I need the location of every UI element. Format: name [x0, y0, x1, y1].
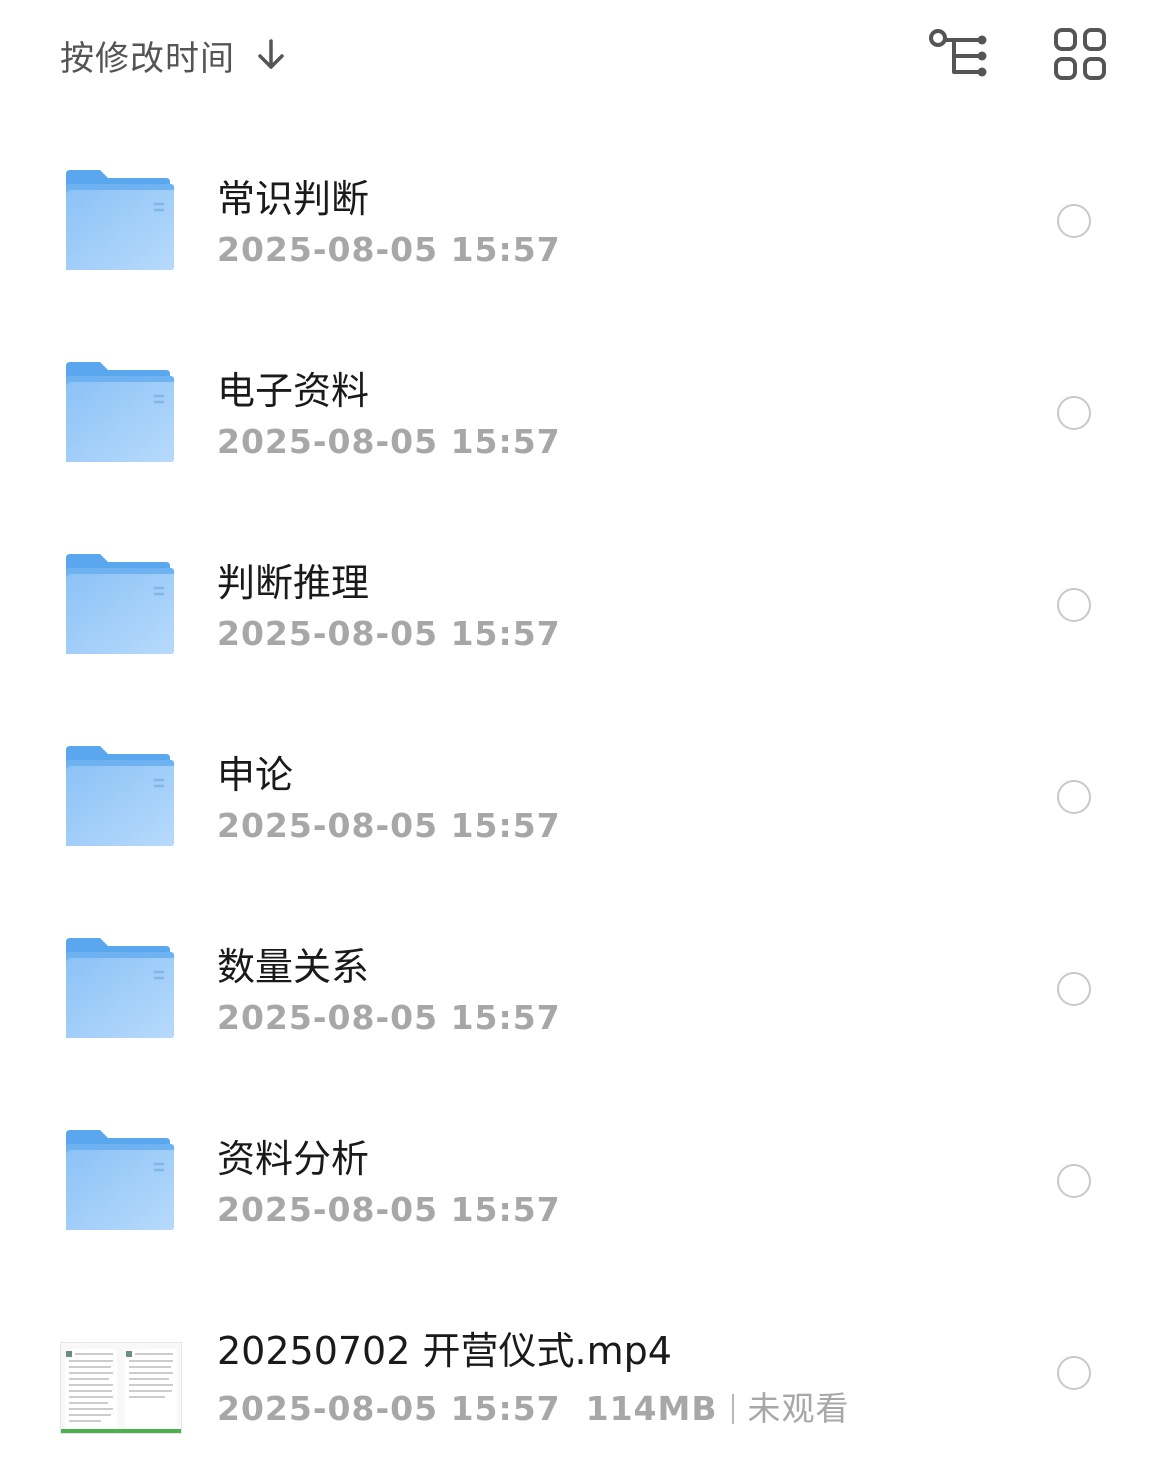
folder-icon	[62, 362, 178, 462]
select-radio[interactable]	[1057, 204, 1091, 238]
folder-icon	[62, 746, 178, 846]
sort-button[interactable]: 按修改时间	[60, 30, 289, 80]
item-date: 2025-08-05 15:57	[217, 1190, 561, 1229]
date-text: 2025-08-05 15:57	[217, 998, 561, 1037]
sort-label: 按修改时间	[60, 38, 235, 79]
item-name: 判断推理	[217, 561, 370, 605]
select-radio[interactable]	[1057, 1356, 1091, 1390]
date-text: 2025-08-05 15:57	[217, 1190, 561, 1229]
list-header: 按修改时间	[0, 0, 1170, 110]
date-text: 2025-08-05 15:57	[217, 806, 561, 845]
watch-status: 未观看	[747, 1389, 850, 1428]
arrow-down-icon	[253, 37, 289, 73]
list-item-folder[interactable]: 电子资料 2025-08-05 15:57	[0, 316, 1170, 508]
grid-view-icon	[1054, 28, 1106, 80]
select-radio[interactable]	[1057, 780, 1091, 814]
item-date: 2025-08-05 15:57	[217, 614, 561, 653]
list-item-folder[interactable]: 申论 2025-08-05 15:57	[0, 700, 1170, 892]
list-item-folder[interactable]: 数量关系 2025-08-05 15:57	[0, 892, 1170, 1084]
item-date: 2025-08-05 15:57	[217, 230, 561, 269]
folder-icon	[62, 170, 178, 270]
date-text: 2025-08-05 15:57	[217, 422, 561, 461]
file-size: 114MB	[585, 1389, 718, 1428]
date-text: 2025-08-05 15:57	[217, 1389, 561, 1428]
item-date: 2025-08-05 15:57	[217, 998, 561, 1037]
select-radio[interactable]	[1057, 396, 1091, 430]
item-name: 申论	[217, 753, 294, 797]
item-date: 2025-08-05 15:57	[217, 422, 561, 461]
item-name: 电子资料	[217, 369, 370, 413]
list-item-video[interactable]: 20250702 开营仪式.mp4 2025-08-05 15:57 114MB…	[0, 1276, 1170, 1468]
file-list: 常识判断 2025-08-05 15:57 电子资料 2025-08-05 15…	[0, 124, 1170, 1468]
list-item-folder[interactable]: 常识判断 2025-08-05 15:57	[0, 124, 1170, 316]
item-name: 资料分析	[217, 1137, 370, 1181]
list-item-folder[interactable]: 资料分析 2025-08-05 15:57	[0, 1084, 1170, 1276]
item-name: 数量关系	[217, 945, 370, 989]
date-text: 2025-08-05 15:57	[217, 614, 561, 653]
item-meta: 2025-08-05 15:57 114MB 未观看	[217, 1382, 850, 1430]
divider	[731, 1394, 734, 1424]
tree-view-button[interactable]	[926, 26, 992, 84]
list-item-folder[interactable]: 判断推理 2025-08-05 15:57	[0, 508, 1170, 700]
select-radio[interactable]	[1057, 972, 1091, 1006]
item-date: 2025-08-05 15:57	[217, 806, 561, 845]
folder-icon	[62, 938, 178, 1038]
date-text: 2025-08-05 15:57	[217, 230, 561, 269]
select-radio[interactable]	[1057, 588, 1091, 622]
item-name: 常识判断	[217, 177, 370, 221]
folder-icon	[62, 554, 178, 654]
video-thumbnail	[60, 1342, 182, 1434]
select-radio[interactable]	[1057, 1164, 1091, 1198]
folder-icon	[62, 1130, 178, 1230]
item-name: 20250702 开营仪式.mp4	[217, 1329, 672, 1373]
grid-view-button[interactable]	[1052, 26, 1108, 82]
file-list-page: 按修改时间 常识判断 2025-08-05 15:57 电子资料 2025-08…	[0, 0, 1170, 1480]
tree-view-icon	[929, 29, 987, 77]
